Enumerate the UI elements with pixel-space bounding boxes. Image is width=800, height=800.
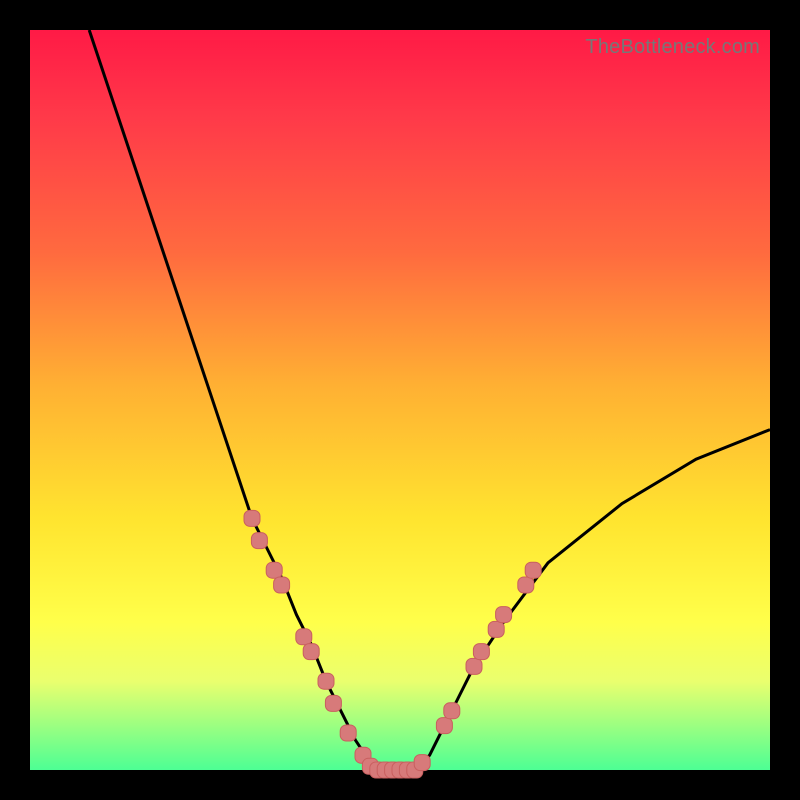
curve-marker (274, 577, 290, 593)
curve-marker (414, 755, 430, 771)
curve-marker (496, 607, 512, 623)
curve-marker (318, 673, 334, 689)
curve-marker (244, 510, 260, 526)
curve-marker (340, 725, 356, 741)
curve-marker (525, 562, 541, 578)
curve-marker (251, 533, 267, 549)
curve-marker (296, 629, 312, 645)
curve-marker (266, 562, 282, 578)
curve-marker (436, 718, 452, 734)
curve-marker (303, 644, 319, 660)
curve-markers (244, 510, 541, 778)
chart-frame: TheBottleneck.com (0, 0, 800, 800)
curve-marker (518, 577, 534, 593)
chart-plot-area: TheBottleneck.com (30, 30, 770, 770)
curve-marker (488, 621, 504, 637)
curve-marker (466, 658, 482, 674)
curve-marker (325, 695, 341, 711)
bottleneck-curve-path (89, 30, 770, 770)
curve-marker (444, 703, 460, 719)
curve-marker (473, 644, 489, 660)
bottleneck-curve-svg (30, 30, 770, 770)
